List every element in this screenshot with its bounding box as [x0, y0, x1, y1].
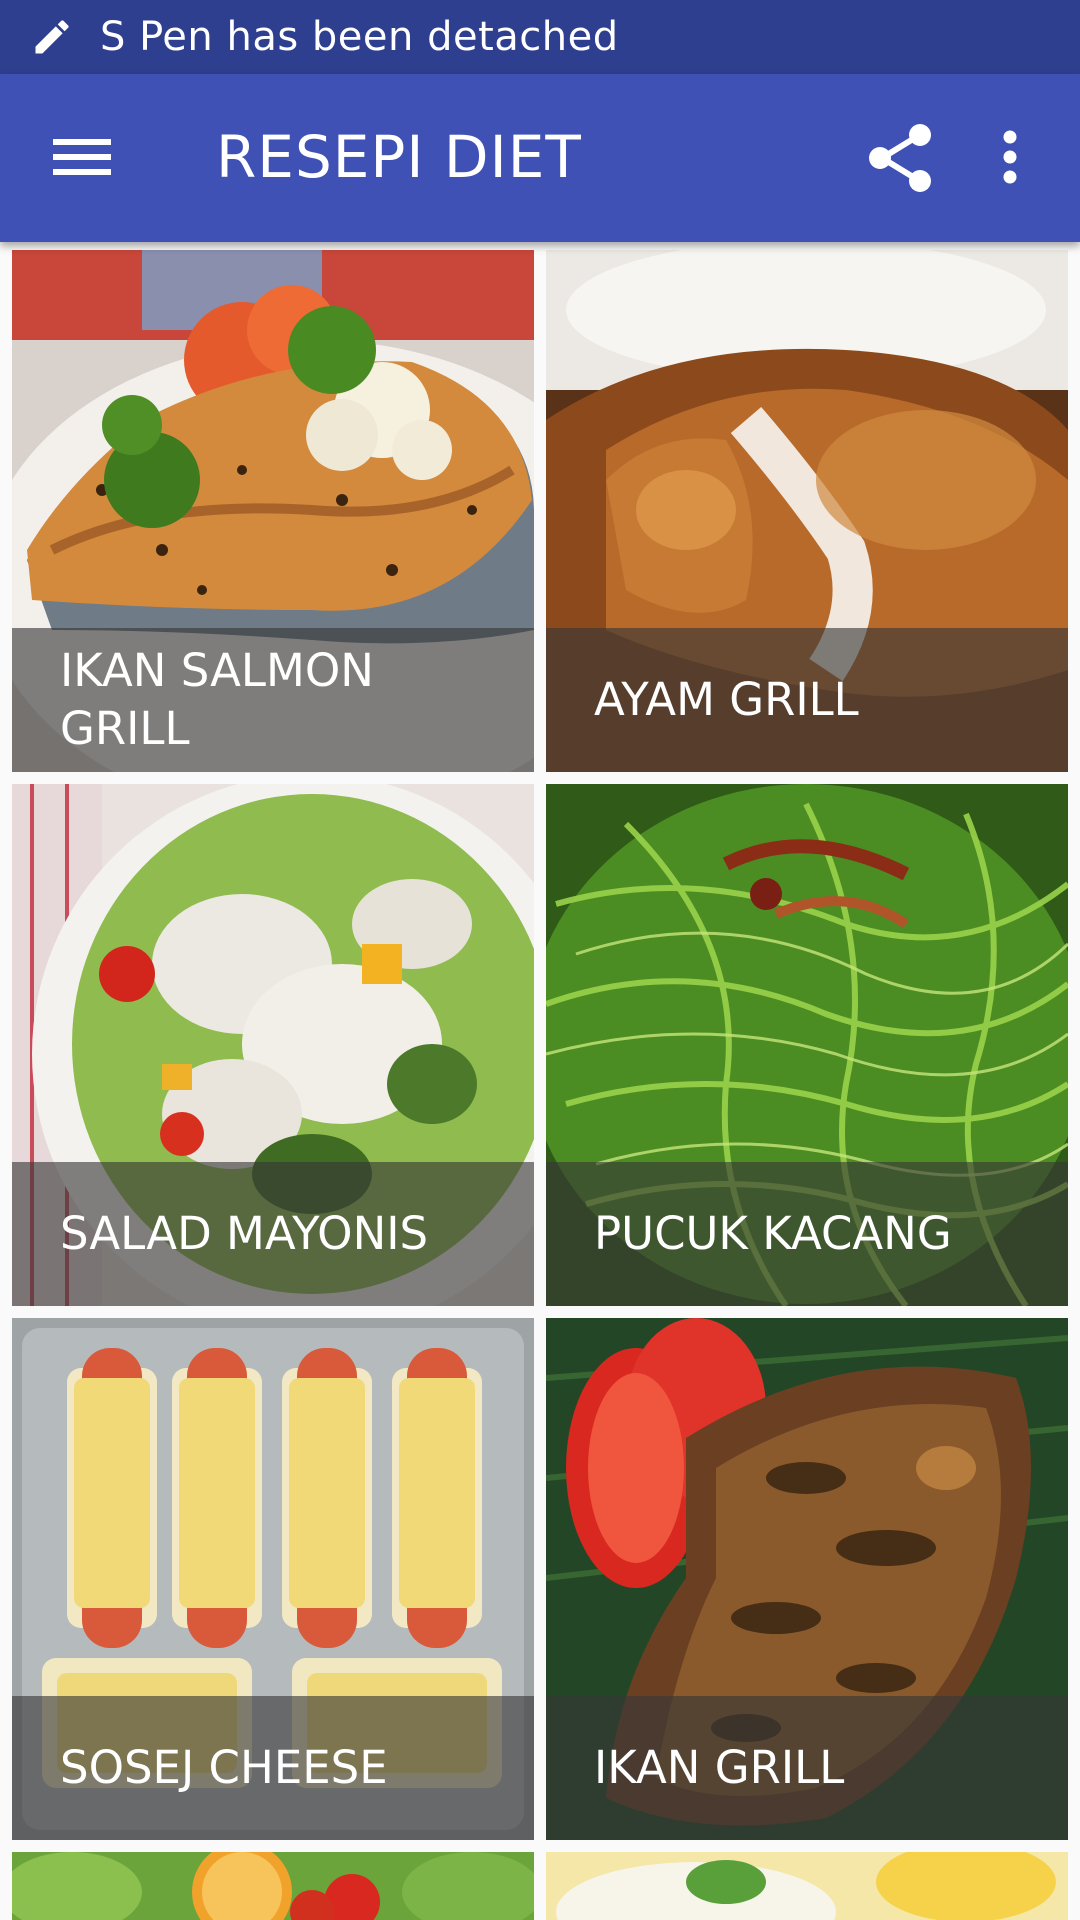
hamburger-menu-button[interactable]	[42, 118, 124, 200]
recipe-card-sosej-cheese[interactable]: SOSEJ CHEESE	[12, 1318, 534, 1840]
overflow-menu-button[interactable]	[980, 118, 1040, 200]
recipe-card-ayam-grill[interactable]: AYAM GRILL	[546, 250, 1068, 772]
recipe-image-partial-right	[546, 1852, 1068, 1920]
pen-icon	[28, 13, 76, 61]
recipe-caption: AYAM GRILL	[546, 628, 1068, 772]
status-bar: S Pen has been detached	[0, 0, 1080, 74]
status-notification-text: S Pen has been detached	[100, 14, 619, 60]
recipe-caption: IKAN SALMON GRILL	[12, 628, 534, 772]
recipe-card-ikan-salmon-grill[interactable]: IKAN SALMON GRILL	[12, 250, 534, 772]
recipe-image-partial-left	[12, 1852, 534, 1920]
share-icon	[860, 124, 940, 202]
recipe-card-ikan-grill[interactable]: IKAN GRILL	[546, 1318, 1068, 1840]
recipe-card-salad-mayonis[interactable]: SALAD MAYONIS	[12, 784, 534, 1306]
recipe-card-partial-right[interactable]	[546, 1852, 1068, 1920]
share-button[interactable]	[860, 118, 940, 198]
recipe-label: IKAN SALMON GRILL	[60, 644, 374, 755]
app-title: RESEPI DIET	[216, 123, 582, 191]
recipe-caption: PUCUK KACANG	[546, 1162, 1068, 1306]
recipe-caption: SOSEJ CHEESE	[12, 1696, 534, 1840]
recipe-label: IKAN GRILL	[594, 1741, 845, 1794]
hamburger-menu-icon	[53, 135, 113, 184]
app-toolbar: RESEPI DIET	[0, 74, 1080, 242]
recipe-label: AYAM GRILL	[594, 673, 859, 726]
recipe-label: SALAD MAYONIS	[60, 1207, 429, 1260]
more-vertical-icon	[1002, 129, 1018, 190]
recipe-caption: SALAD MAYONIS	[12, 1162, 534, 1306]
recipe-label: SOSEJ CHEESE	[60, 1741, 388, 1794]
recipe-card-pucuk-kacang[interactable]: PUCUK KACANG	[546, 784, 1068, 1306]
recipe-card-partial-left[interactable]	[12, 1852, 534, 1920]
recipe-caption: IKAN GRILL	[546, 1696, 1068, 1840]
recipe-label: PUCUK KACANG	[594, 1207, 952, 1260]
